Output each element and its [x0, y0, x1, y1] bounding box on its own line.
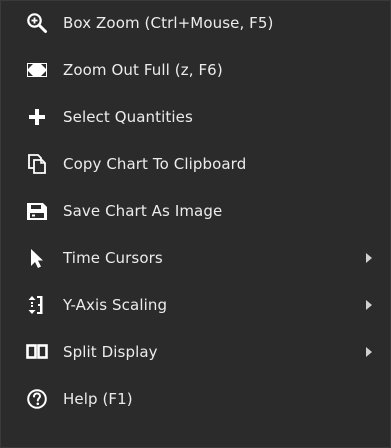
menu-item-copy-chart[interactable]: Copy Chart To Clipboard	[1, 144, 390, 184]
submenu-arrow-icon	[366, 300, 372, 310]
menu-item-time-cursors[interactable]: Time Cursors	[1, 238, 390, 278]
menu-item-label: Y-Axis Scaling	[63, 296, 168, 314]
menu-item-label: Zoom Out Full (z, F6)	[63, 61, 223, 79]
split-display-icon	[26, 341, 48, 363]
menu-item-y-axis-scaling[interactable]: Y-Axis Scaling	[1, 285, 390, 325]
submenu-arrow-icon	[366, 253, 372, 263]
y-axis-scaling-icon	[26, 294, 48, 316]
context-menu: Box Zoom (Ctrl+Mouse, F5) Zoom Out Full …	[0, 0, 391, 448]
menu-item-save-chart[interactable]: Save Chart As Image	[1, 191, 390, 231]
help-icon	[26, 388, 48, 410]
menu-item-label: Box Zoom (Ctrl+Mouse, F5)	[63, 14, 274, 32]
menu-item-select-quantities[interactable]: Select Quantities	[1, 97, 390, 137]
menu-item-box-zoom[interactable]: Box Zoom (Ctrl+Mouse, F5)	[1, 3, 390, 43]
plus-icon	[26, 106, 48, 128]
menu-item-zoom-out-full[interactable]: Zoom Out Full (z, F6)	[1, 50, 390, 90]
menu-item-split-display[interactable]: Split Display	[1, 332, 390, 372]
menu-item-label: Split Display	[63, 343, 158, 361]
zoom-out-full-icon	[26, 59, 48, 81]
copy-icon	[26, 153, 48, 175]
save-icon	[26, 200, 48, 222]
menu-item-label: Copy Chart To Clipboard	[63, 155, 247, 173]
menu-item-label: Save Chart As Image	[63, 202, 223, 220]
menu-item-label: Select Quantities	[63, 108, 193, 126]
menu-item-label: Time Cursors	[63, 249, 163, 267]
cursor-arrow-icon	[26, 247, 48, 269]
menu-item-label: Help (F1)	[63, 390, 133, 408]
submenu-arrow-icon	[366, 347, 372, 357]
menu-item-help[interactable]: Help (F1)	[1, 379, 390, 419]
zoom-in-icon	[26, 12, 48, 34]
